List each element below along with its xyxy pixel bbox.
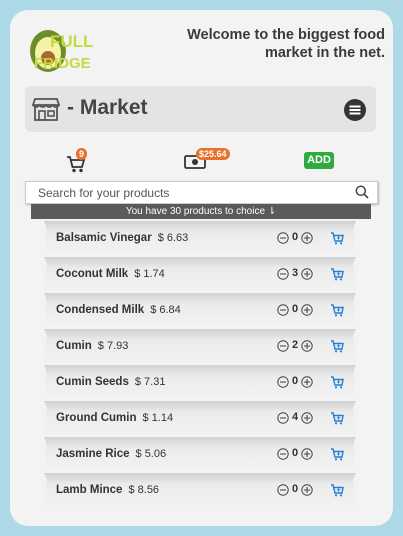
minus-circle-icon[interactable] (277, 448, 289, 460)
hamburger-menu-icon[interactable] (344, 99, 366, 121)
product-price: $ 1.74 (134, 268, 165, 280)
product-name-text: Cumin Seeds (56, 376, 129, 388)
plus-circle-icon[interactable] (301, 268, 313, 280)
product-price: $ 8.56 (128, 484, 160, 496)
add-to-cart-icon[interactable] (330, 375, 344, 389)
minus-circle-icon[interactable] (277, 376, 289, 388)
minus-circle-icon[interactable] (277, 412, 289, 424)
product-name: Condensed Milk $ 6.84 (56, 304, 181, 316)
add-to-cart-icon[interactable] (330, 231, 344, 245)
storefront-icon (32, 98, 60, 121)
plus-circle-icon[interactable] (301, 412, 313, 424)
add-to-cart-icon[interactable] (330, 483, 344, 497)
product-name-text: Ground Cumin (56, 412, 137, 424)
svg-text:FULL: FULL (50, 32, 93, 51)
product-price: $ 5.06 (135, 448, 167, 460)
minus-circle-icon[interactable] (277, 232, 289, 244)
quantity-value: 3 (291, 267, 299, 279)
product-price: $ 7.31 (134, 376, 166, 388)
quantity-value: 0 (291, 375, 299, 387)
quantity-value: 0 (291, 447, 299, 459)
product-name: Ground Cumin $ 1.14 (56, 412, 173, 424)
product-name: Balsamic Vinegar $ 6.63 (56, 232, 188, 244)
product-name-text: Condensed Milk (56, 304, 145, 316)
plus-circle-icon[interactable] (301, 376, 313, 388)
plus-circle-icon[interactable] (301, 232, 313, 244)
add-product-button[interactable]: ADD (304, 152, 334, 169)
quantity-value: 0 (291, 483, 299, 495)
quantity-value: 0 (291, 303, 299, 315)
products-count-bar: You have 30 products to choice ⇂ (31, 204, 371, 219)
list-item: Lamb Mince $ 8.56 0 (44, 473, 356, 507)
product-price: $ 6.84 (150, 304, 181, 316)
list-item: Balsamic Vinegar $ 6.63 0 (44, 221, 356, 255)
svg-text:FRIDGE: FRIDGE (34, 55, 91, 72)
list-item: Condensed Milk $ 6.84 0 (44, 293, 356, 327)
minus-circle-icon[interactable] (277, 340, 289, 352)
market-header-bar: - Market (25, 86, 376, 132)
page-title: - Market (67, 96, 148, 119)
list-item: Cumin $ 7.93 2 (44, 329, 356, 363)
plus-circle-icon[interactable] (301, 304, 313, 316)
search-box (25, 181, 378, 204)
product-name-text: Cumin (56, 340, 92, 352)
product-name: Cumin Seeds $ 7.31 (56, 376, 165, 388)
minus-circle-icon[interactable] (277, 268, 289, 280)
add-to-cart-icon[interactable] (330, 339, 344, 353)
stats-row: 9 $25.64 ADD (10, 148, 393, 178)
add-to-cart-icon[interactable] (330, 267, 344, 281)
product-price: $ 6.63 (157, 232, 189, 244)
list-item: Jasmine Rice $ 5.06 0 (44, 437, 356, 471)
quantity-value: 0 (291, 231, 299, 243)
quantity-value: 4 (291, 411, 299, 423)
money-balance-badge: $25.64 (196, 148, 230, 160)
product-name-text: Lamb Mince (56, 484, 123, 496)
add-to-cart-icon[interactable] (330, 411, 344, 425)
minus-circle-icon[interactable] (277, 484, 289, 496)
plus-circle-icon[interactable] (301, 340, 313, 352)
plus-circle-icon[interactable] (301, 484, 313, 496)
full-fridge-logo: FULL FRIDGE (30, 30, 93, 72)
search-icon[interactable] (355, 185, 369, 199)
welcome-text: Welcome to the biggest food market in th… (187, 27, 385, 61)
product-name: Jasmine Rice $ 5.06 (56, 448, 166, 460)
product-name-text: Coconut Milk (56, 268, 129, 280)
cart-count-badge: 9 (76, 148, 88, 160)
list-item: Ground Cumin $ 1.14 4 (44, 401, 356, 435)
product-name: Lamb Mince $ 8.56 (56, 484, 159, 496)
quantity-value: 2 (291, 339, 299, 351)
search-input[interactable] (38, 182, 338, 203)
list-item: Coconut Milk $ 1.74 3 (44, 257, 356, 291)
plus-circle-icon[interactable] (301, 448, 313, 460)
product-name-text: Jasmine Rice (56, 448, 130, 460)
product-price: $ 7.93 (97, 340, 129, 352)
add-to-cart-icon[interactable] (330, 303, 344, 317)
product-price: $ 1.14 (142, 412, 174, 424)
minus-circle-icon[interactable] (277, 304, 289, 316)
list-item: Cumin Seeds $ 7.31 0 (44, 365, 356, 399)
add-to-cart-icon[interactable] (330, 447, 344, 461)
product-name-text: Balsamic Vinegar (56, 232, 152, 244)
product-name: Coconut Milk $ 1.74 (56, 268, 165, 280)
product-list: Balsamic Vinegar $ 6.63 0 Coconut Milk $ 1… (44, 221, 356, 525)
app-card: FULL FRIDGE Welcome to the biggest food … (10, 10, 393, 526)
product-name: Cumin $ 7.93 (56, 340, 128, 352)
